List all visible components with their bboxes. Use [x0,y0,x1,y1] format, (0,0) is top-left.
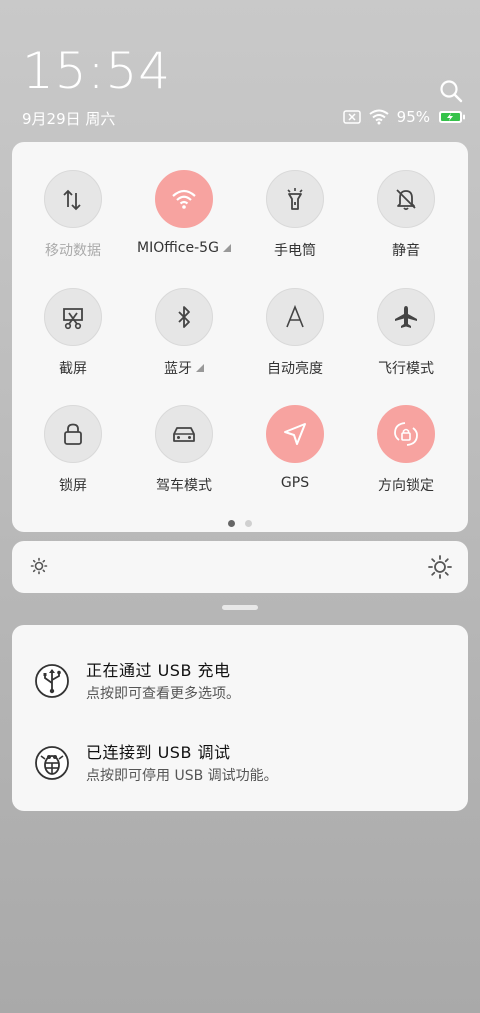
car-icon [173,427,195,442]
toggle-screenshot[interactable]: 截屏 [18,288,128,378]
toggle-label: GPS [240,475,350,491]
airplane-icon [395,306,417,328]
notification-subtitle: 点按即可查看更多选项。 [86,686,240,702]
drag-handle[interactable] [222,605,258,610]
battery-percent: 95% [396,108,430,126]
toggle-label-text: 飞行模式 [378,361,434,377]
wifi-icon [172,189,196,209]
toggle-button[interactable] [266,405,324,463]
auto-brightness-icon [286,304,304,328]
toggle-bell-off[interactable]: 静音 [351,170,461,260]
toggle-button[interactable] [266,288,324,346]
toggle-button[interactable] [155,405,213,463]
toggle-label-text: 手电筒 [274,243,316,259]
sim-card-x-icon [342,110,361,124]
location-arrow-icon [284,423,306,445]
screenshot-icon [63,308,83,330]
toggle-airplane[interactable]: 飞行模式 [351,288,461,378]
toggle-label: 方向锁定 [351,475,461,495]
toggle-auto-brightness[interactable]: 自动亮度 [240,288,350,378]
toggle-label-text: 锁屏 [59,478,87,494]
toggle-label: MIOffice-5G [129,240,239,256]
toggle-label: 截屏 [18,358,128,378]
page-dot-1[interactable] [228,520,235,527]
toggle-lock[interactable]: 锁屏 [18,405,128,495]
toggle-button[interactable] [377,405,435,463]
notification-title: 正在通过 USB 充电 [86,661,231,680]
bug-icon [35,746,69,780]
date: 9月29日 周六 [22,110,116,128]
notification-list: 正在通过 USB 充电 点按即可查看更多选项。 已连接到 USB 调试 点按即可… [12,625,468,811]
clock: 15:54 [22,42,172,100]
toggle-flashlight[interactable]: 手电筒 [240,170,350,260]
toggle-label: 蓝牙 [129,358,239,378]
search-button[interactable] [438,78,464,104]
toggle-label: 驾车模式 [129,475,239,495]
mobile-data-icon [63,189,81,211]
usb-icon [35,664,69,698]
toggle-label: 锁屏 [18,475,128,495]
toggle-button[interactable] [377,288,435,346]
toggle-label-text: 方向锁定 [378,478,434,494]
toggle-button[interactable] [44,170,102,228]
toggle-label-text: 驾车模式 [156,478,212,494]
toggle-label: 手电筒 [240,240,350,260]
toggle-label-text: 自动亮度 [267,361,323,377]
flashlight-icon [287,188,303,210]
status-bar: 95% [342,108,466,126]
toggle-button[interactable] [266,170,324,228]
toggle-label-text: 截屏 [59,361,87,377]
rotation-lock-icon [394,422,418,446]
toggle-rotation-lock[interactable]: 方向锁定 [351,405,461,495]
toggle-mobile-data[interactable]: 移动数据 [18,170,128,260]
toggle-label-text: 蓝牙 [164,361,192,377]
notification-subtitle: 点按即可停用 USB 调试功能。 [86,768,278,784]
bell-off-icon [396,189,416,211]
toggle-label: 飞行模式 [351,358,461,378]
toggle-label: 移动数据 [18,240,128,260]
page-dot-2[interactable] [245,520,252,527]
notification-title: 已连接到 USB 调试 [86,743,231,762]
toggle-wifi[interactable]: MIOffice-5G [129,170,239,256]
toggle-button[interactable] [377,170,435,228]
wifi-icon [369,109,389,125]
brightness-slider[interactable] [12,541,468,593]
toggle-car[interactable]: 驾车模式 [129,405,239,495]
toggle-button[interactable] [155,170,213,228]
toggle-label-text: MIOffice-5G [137,240,219,256]
toggle-button[interactable] [44,288,102,346]
search-icon [440,80,463,103]
toggle-button[interactable] [155,288,213,346]
more-options-indicator[interactable] [196,364,204,372]
bluetooth-icon [178,306,190,328]
notification-usb-charging[interactable]: 正在通过 USB 充电 点按即可查看更多选项。 [12,655,468,715]
toggle-label: 自动亮度 [240,358,350,378]
toggle-button[interactable] [44,405,102,463]
toggle-location-arrow[interactable]: GPS [240,405,350,491]
toggle-label: 静音 [351,240,461,260]
toggle-bluetooth[interactable]: 蓝牙 [129,288,239,378]
toggle-label-text: 移动数据 [45,243,101,259]
toggle-label-text: 静音 [392,243,420,259]
more-options-indicator[interactable] [222,244,231,252]
lock-icon [64,423,82,445]
page-indicator [12,520,468,527]
sun-high-icon [428,555,452,579]
sun-low-icon [30,557,48,575]
notification-usb-debugging[interactable]: 已连接到 USB 调试 点按即可停用 USB 调试功能。 [12,737,468,797]
battery-charging-icon [439,111,465,123]
quick-settings-panel: 移动数据 MIOffice-5G 手电筒 静音截屏 蓝牙 自动亮度 飞行模式锁屏 驾车模式 GP… [12,142,468,532]
toggle-label-text: GPS [280,475,310,491]
